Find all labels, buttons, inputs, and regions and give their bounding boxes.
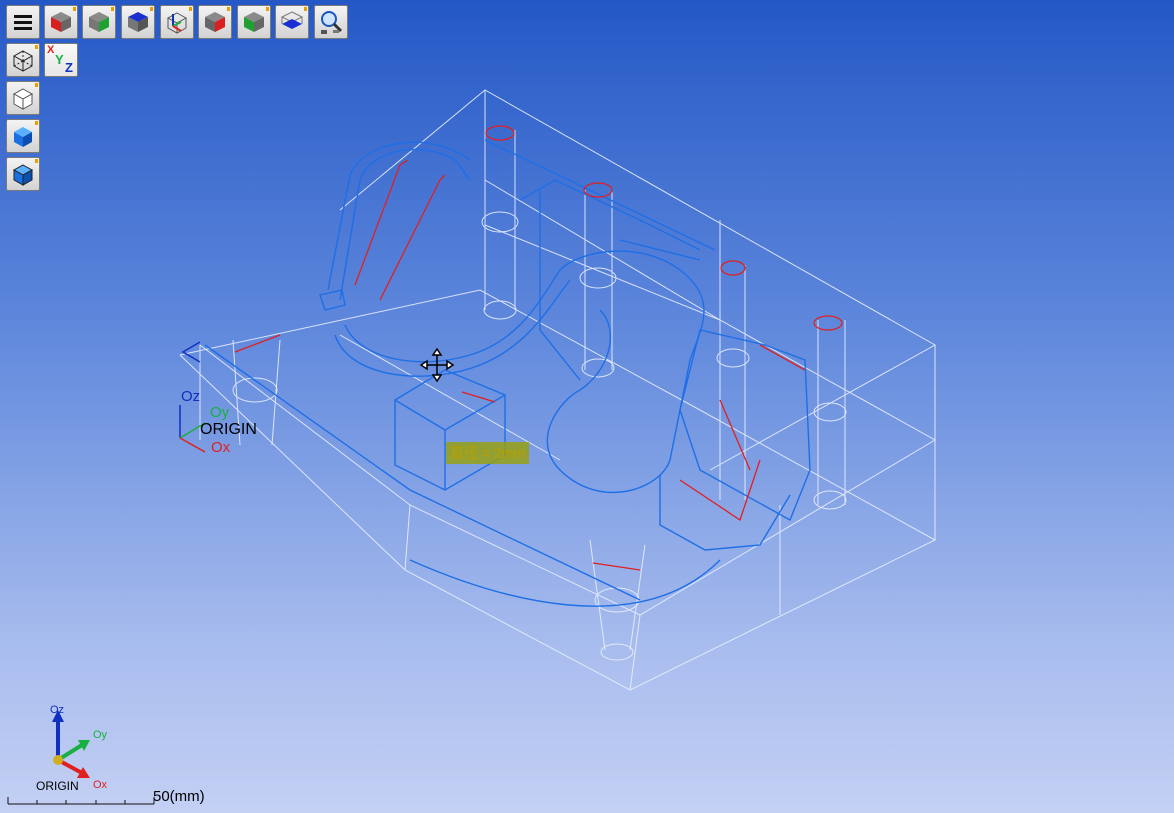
triad-oy-label: Oy bbox=[93, 729, 108, 741]
model-axis-oy-label: Oy bbox=[210, 404, 230, 421]
cube-red-back-icon bbox=[205, 12, 225, 32]
model-wireframe bbox=[179, 89, 937, 691]
axis-labels-button[interactable]: X Y Z bbox=[44, 43, 78, 77]
cube-green-left-icon bbox=[244, 12, 264, 32]
view-left-button[interactable] bbox=[237, 5, 271, 39]
axis-x-letter: X bbox=[47, 44, 55, 56]
cube-green-face-icon bbox=[89, 12, 109, 32]
model-axis-ox-label: Ox bbox=[211, 439, 231, 456]
view-back-button[interactable] bbox=[198, 5, 232, 39]
view-bottom-button[interactable] bbox=[275, 5, 309, 39]
axis-y-letter: Y bbox=[55, 52, 64, 67]
view-right-button[interactable] bbox=[82, 5, 116, 39]
axis-z-letter: Z bbox=[65, 60, 73, 75]
dimension-tooltip: 直径 = 2mm bbox=[446, 442, 530, 464]
hamburger-icon bbox=[14, 15, 32, 30]
cube-blue-bottom-icon bbox=[280, 11, 304, 29]
view-top-button[interactable] bbox=[121, 5, 155, 39]
hidden-line-button[interactable] bbox=[6, 81, 40, 115]
menu-button[interactable] bbox=[6, 5, 40, 39]
zoom-fit-button[interactable] bbox=[314, 5, 348, 39]
triad-oz-label: Oz bbox=[50, 704, 65, 716]
shaded-edges-cube-icon bbox=[12, 164, 34, 186]
model-origin-label: ORIGIN bbox=[200, 421, 257, 438]
shaded-edges-button[interactable] bbox=[6, 157, 40, 191]
xyz-axis-icon: X Y Z bbox=[47, 44, 75, 75]
wireframe-button[interactable] bbox=[6, 43, 40, 77]
3d-viewport[interactable]: Oz Oy ORIGIN Ox 直径 = 2mm Oz Oy Ox ORIGIN… bbox=[0, 0, 1174, 813]
view-front-button[interactable] bbox=[44, 5, 78, 39]
model-axis-oz-label: Oz bbox=[181, 388, 201, 405]
outline-cube-icon bbox=[12, 88, 34, 110]
triad-origin-label: ORIGIN bbox=[36, 779, 79, 793]
magnifier-icon bbox=[321, 11, 343, 34]
view-axes-button[interactable] bbox=[160, 5, 194, 39]
scale-bar bbox=[7, 797, 155, 805]
scale-bar-label: 50(mm) bbox=[153, 788, 205, 805]
shaded-button[interactable] bbox=[6, 119, 40, 153]
triad-ox-label: Ox bbox=[93, 779, 108, 791]
wireframe-cube-icon bbox=[12, 50, 34, 72]
axes-cube-icon bbox=[166, 12, 188, 34]
cube-red-face-icon bbox=[51, 12, 71, 32]
shaded-cube-icon bbox=[14, 127, 32, 147]
cube-blue-face-icon bbox=[128, 12, 148, 32]
